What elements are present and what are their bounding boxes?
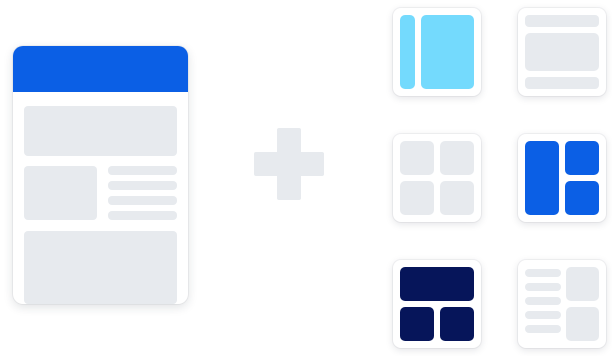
layout-grid-cell	[400, 141, 434, 175]
layout-block-cell	[566, 267, 599, 301]
layout-tile-sidebar-content	[393, 8, 481, 96]
layout-text-line	[525, 311, 561, 319]
layout-wide-cell	[400, 267, 474, 301]
layout-split-cell	[565, 181, 599, 215]
layout-block-cell	[566, 307, 599, 341]
page-header-bar	[13, 46, 188, 92]
content-block	[24, 231, 177, 304]
layout-tile-stacked-rows	[518, 8, 606, 96]
layout-split-cell	[440, 307, 474, 341]
layout-row-cell	[525, 77, 599, 89]
text-line	[108, 166, 177, 175]
text-line	[108, 181, 177, 190]
layout-tile-grid	[393, 134, 481, 222]
layout-row-cell	[525, 33, 599, 71]
text-line	[108, 196, 177, 205]
layout-grid-cell	[440, 181, 474, 215]
layout-row-cell	[525, 15, 599, 27]
layout-grid-cell	[400, 181, 434, 215]
layout-split-cell	[400, 307, 434, 341]
layout-tile-text-blocks	[518, 260, 606, 348]
layout-tile-left-tall	[518, 134, 606, 222]
layout-tile-wide-top	[393, 260, 481, 348]
layout-text-line	[525, 283, 561, 291]
layout-sidebar-cell	[400, 15, 415, 89]
plus-horizontal-bar	[254, 152, 324, 176]
layout-text-line	[525, 297, 561, 305]
layout-text-line	[525, 325, 561, 333]
plus-icon	[254, 128, 324, 200]
layout-combination-illustration	[0, 0, 612, 356]
text-line	[108, 211, 177, 220]
layout-split-cell	[565, 141, 599, 175]
image-block	[24, 166, 97, 220]
layout-tall-cell	[525, 141, 559, 215]
layout-text-line	[525, 269, 561, 277]
hero-block	[24, 106, 177, 156]
page-mockup-icon	[13, 46, 188, 304]
layout-content-cell	[421, 15, 474, 89]
layout-grid-cell	[440, 141, 474, 175]
